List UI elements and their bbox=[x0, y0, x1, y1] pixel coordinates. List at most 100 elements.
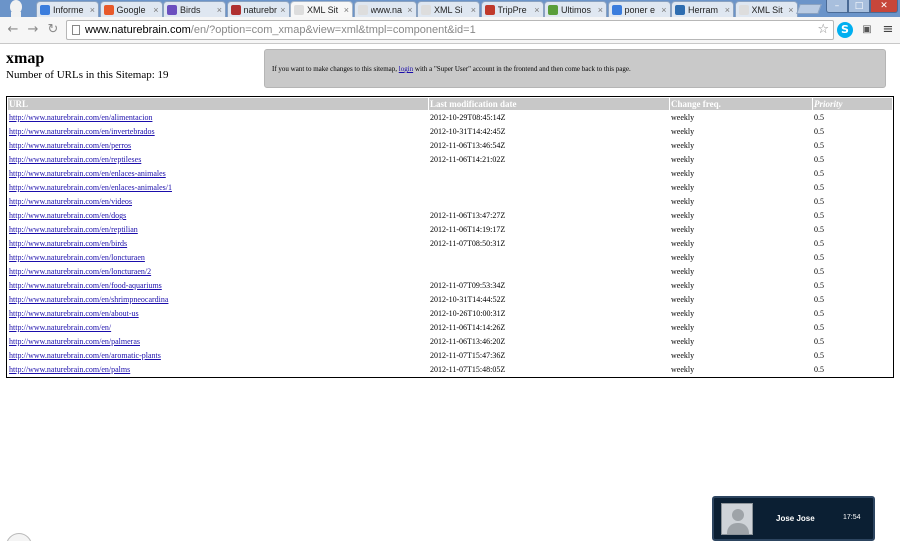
tab-close-icon[interactable]: × bbox=[788, 5, 793, 15]
lastmod-cell: 2012-11-06T13:46:54Z bbox=[430, 141, 506, 150]
chat-contact-name: Jose Jose bbox=[776, 514, 815, 523]
chat-time: 17:54 bbox=[843, 514, 861, 521]
priority-cell: 0.5 bbox=[814, 225, 824, 234]
sitemap-url-link[interactable]: http://www.naturebrain.com/en/enlaces-an… bbox=[9, 183, 172, 192]
lastmod-cell: 2012-10-29T08:45:14Z bbox=[430, 113, 506, 122]
tab-close-icon[interactable]: × bbox=[534, 5, 539, 15]
table-row: http://www.naturebrain.com/en/palms 2012-… bbox=[8, 363, 892, 376]
sitemap-url-link[interactable]: http://www.naturebrain.com/en/enlaces-an… bbox=[9, 169, 166, 178]
sitemap-url-link[interactable]: http://www.naturebrain.com/en/reptileses bbox=[9, 155, 141, 164]
sitemap-url-link[interactable]: http://www.naturebrain.com/en/palmeras bbox=[9, 337, 140, 346]
lastmod-cell: 2012-11-06T13:47:27Z bbox=[430, 211, 506, 220]
minimize-icon: – bbox=[834, 1, 840, 11]
lastmod-cell bbox=[429, 265, 669, 278]
browser-toolbar: ← → ↻ www.naturebrain.com/en/?option=com… bbox=[0, 17, 900, 44]
back-arrow-icon[interactable]: ← bbox=[4, 21, 22, 39]
tab-close-icon[interactable]: × bbox=[90, 5, 95, 15]
sitemap-url-link[interactable]: http://www.naturebrain.com/en/loncturaen… bbox=[9, 267, 151, 276]
sitemap-url-link[interactable]: http://www.naturebrain.com/en/videos bbox=[9, 197, 132, 206]
changefreq-cell: weekly bbox=[671, 197, 695, 206]
header-row: URL Last modification date Change freq. … bbox=[8, 98, 892, 110]
sitemap-url-link[interactable]: http://www.naturebrain.com/en/perros bbox=[9, 141, 131, 150]
sitemap-url-link[interactable]: http://www.naturebrain.com/en/loncturaen bbox=[9, 253, 145, 262]
tab-close-icon[interactable]: × bbox=[280, 5, 285, 15]
sitemap-url-link[interactable]: http://www.naturebrain.com/en/birds bbox=[9, 239, 127, 248]
forward-arrow-icon[interactable]: → bbox=[24, 21, 42, 39]
favicon-icon bbox=[40, 4, 50, 15]
priority-cell: 0.5 bbox=[814, 365, 824, 374]
changefreq-cell: weekly bbox=[671, 309, 695, 318]
url-cell: http://www.naturebrain.com/en/videos bbox=[8, 195, 428, 208]
table-row: http://www.naturebrain.com/en/alimentaci… bbox=[8, 111, 892, 124]
sitemap-url-link[interactable]: http://www.naturebrain.com/en/aromatic-p… bbox=[9, 351, 161, 360]
sitemap-url-link[interactable]: http://www.naturebrain.com/en/shrimpneoc… bbox=[9, 295, 168, 304]
tab-close-icon[interactable]: × bbox=[217, 5, 222, 15]
browser-tab[interactable]: TripPre × bbox=[480, 1, 544, 17]
avatar-head bbox=[732, 509, 744, 521]
sitemap-url-link[interactable]: http://www.naturebrain.com/en/about-us bbox=[9, 309, 139, 318]
browser-tab[interactable]: Birds × bbox=[163, 1, 226, 17]
address-bar[interactable]: www.naturebrain.com/en/?option=com_xmap&… bbox=[66, 20, 834, 40]
tab-close-icon[interactable]: × bbox=[153, 5, 158, 15]
table-row: http://www.naturebrain.com/en/aromatic-p… bbox=[8, 349, 892, 362]
changefreq-cell: weekly bbox=[671, 365, 695, 374]
tab-label: Ultimos bbox=[561, 4, 592, 15]
profile-avatar-icon[interactable] bbox=[6, 0, 26, 17]
tab-close-icon[interactable]: × bbox=[344, 5, 349, 15]
changefreq-cell: weekly bbox=[671, 127, 695, 136]
browser-tab[interactable]: XML Sit × bbox=[734, 1, 798, 17]
sitemap-url-link[interactable]: http://www.naturebrain.com/en/ bbox=[9, 323, 111, 332]
sitemap-url-link[interactable]: http://www.naturebrain.com/en/food-aquar… bbox=[9, 281, 162, 290]
close-window-button[interactable]: ✕ bbox=[870, 0, 898, 13]
url-cell: http://www.naturebrain.com/en/ bbox=[8, 321, 428, 334]
browser-tab[interactable]: poner e × bbox=[607, 1, 671, 17]
url-cell: http://www.naturebrain.com/en/dogs bbox=[8, 209, 428, 222]
browser-tab[interactable]: www.na × bbox=[353, 1, 417, 17]
table-row: http://www.naturebrain.com/en/palmeras 20… bbox=[8, 335, 892, 348]
priority-cell: 0.5 bbox=[814, 211, 824, 220]
sitemap-url-link[interactable]: http://www.naturebrain.com/en/alimentaci… bbox=[9, 113, 152, 122]
tab-close-icon[interactable]: × bbox=[407, 5, 412, 15]
page-title: xmap bbox=[6, 50, 45, 67]
page-icon bbox=[72, 25, 80, 35]
bookmark-star-icon[interactable]: ☆ bbox=[817, 21, 829, 39]
sitemap-url-link[interactable]: http://www.naturebrain.com/en/dogs bbox=[9, 211, 126, 220]
tab-close-icon[interactable]: × bbox=[661, 5, 666, 15]
favicon-icon bbox=[548, 4, 558, 15]
minimize-button[interactable]: – bbox=[826, 0, 848, 13]
header-changefreq: Change freq. bbox=[670, 98, 812, 110]
changefreq-cell: weekly bbox=[671, 183, 695, 192]
tab-label: XML Sit bbox=[751, 4, 783, 15]
extension-icon[interactable]: ▣ bbox=[859, 22, 875, 38]
browser-tab[interactable]: XML Sit × bbox=[290, 1, 353, 18]
browser-tab[interactable]: XML Si × bbox=[417, 1, 480, 17]
chat-notification[interactable]: Jose Jose 17:54 bbox=[712, 496, 875, 541]
maximize-button[interactable]: □ bbox=[848, 0, 870, 13]
menu-icon[interactable]: ≡ bbox=[880, 22, 896, 38]
tab-close-icon[interactable]: × bbox=[471, 5, 476, 15]
browser-tab[interactable]: Informe × bbox=[36, 1, 99, 17]
browser-tab[interactable]: Google × bbox=[99, 1, 163, 17]
tab-close-icon[interactable]: × bbox=[725, 5, 730, 15]
sitemap-url-link[interactable]: http://www.naturebrain.com/en/invertebra… bbox=[9, 127, 155, 136]
tab-close-icon[interactable]: × bbox=[598, 5, 603, 15]
priority-cell: 0.5 bbox=[814, 267, 824, 276]
changefreq-cell: weekly bbox=[671, 169, 695, 178]
changefreq-cell: weekly bbox=[671, 113, 695, 122]
url-cell: http://www.naturebrain.com/en/reptileses bbox=[8, 153, 428, 166]
url-cell: http://www.naturebrain.com/en/palmeras bbox=[8, 335, 428, 348]
skype-icon[interactable]: S bbox=[837, 22, 853, 38]
browser-tab[interactable]: Herram × bbox=[671, 1, 734, 17]
table-row: http://www.naturebrain.com/en/invertebra… bbox=[8, 125, 892, 138]
browser-tab[interactable]: Ultimos × bbox=[544, 1, 607, 17]
login-link[interactable]: login bbox=[399, 65, 413, 73]
sitemap-url-link[interactable]: http://www.naturebrain.com/en/palms bbox=[9, 365, 130, 374]
new-tab-button[interactable] bbox=[796, 4, 822, 14]
sitemap-table: URL Last modification date Change freq. … bbox=[6, 96, 894, 378]
url-path: /en/?option=com_xmap&view=xml&tmpl=compo… bbox=[190, 24, 476, 36]
lastmod-cell: 2012-11-06T13:46:20Z bbox=[430, 337, 506, 346]
sitemap-url-link[interactable]: http://www.naturebrain.com/en/reptilian bbox=[9, 225, 138, 234]
header-lastmod: Last modification date bbox=[429, 98, 669, 110]
browser-tab[interactable]: naturebr × bbox=[226, 1, 290, 17]
reload-icon[interactable]: ↻ bbox=[44, 21, 62, 39]
